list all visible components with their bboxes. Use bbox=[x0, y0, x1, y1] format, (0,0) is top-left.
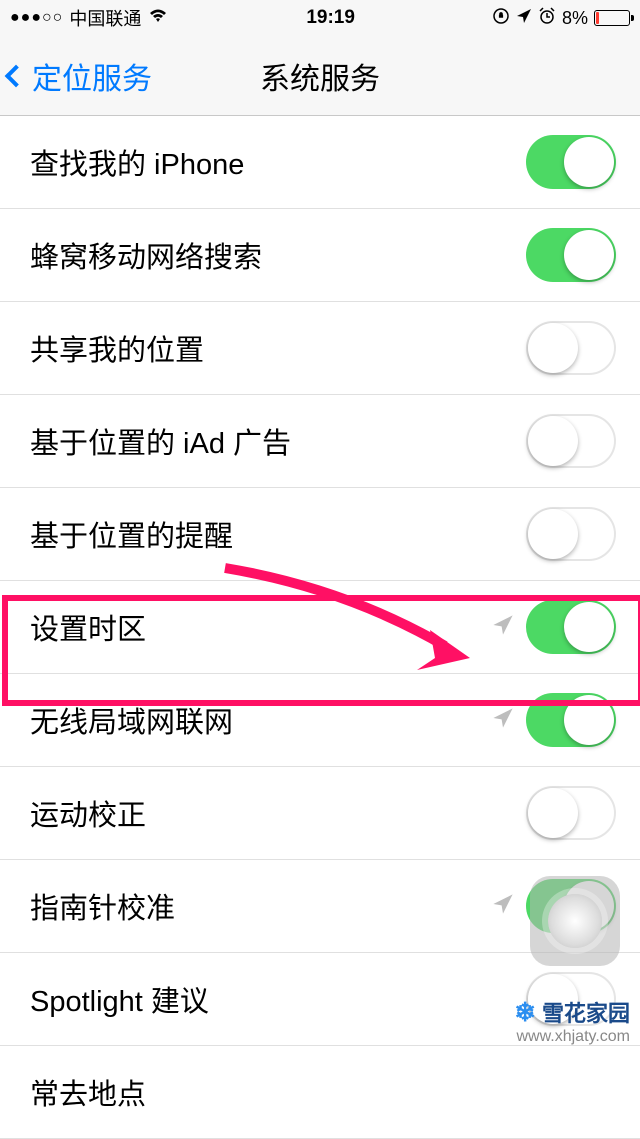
toggle-switch[interactable] bbox=[526, 693, 616, 747]
nav-title: 系统服务 bbox=[260, 54, 380, 98]
toggle-switch[interactable] bbox=[526, 321, 616, 375]
settings-row: 基于位置的 iAd 广告 bbox=[0, 395, 640, 488]
status-left: ●●●○○ 中国联通 bbox=[10, 5, 169, 31]
assistive-touch-icon bbox=[548, 894, 602, 948]
toggle-knob bbox=[564, 137, 614, 187]
toggle-switch[interactable] bbox=[526, 507, 616, 561]
toggle-switch[interactable] bbox=[526, 135, 616, 189]
chevron-left-icon bbox=[5, 64, 28, 87]
toggle-knob bbox=[564, 602, 614, 652]
location-arrow-icon bbox=[492, 893, 514, 920]
toggle-switch[interactable] bbox=[526, 786, 616, 840]
snowflake-icon: ❄ bbox=[514, 997, 536, 1028]
toggle-switch[interactable] bbox=[526, 228, 616, 282]
toggle-switch[interactable] bbox=[526, 600, 616, 654]
row-right bbox=[492, 693, 616, 747]
row-label: 设置时区 bbox=[30, 606, 146, 648]
watermark: ❄ 雪花家园 www.xhjaty.com bbox=[514, 996, 630, 1046]
toggle-knob bbox=[528, 509, 578, 559]
row-label: Spotlight 建议 bbox=[30, 978, 209, 1020]
toggle-knob bbox=[528, 323, 578, 373]
location-arrow-icon bbox=[492, 614, 514, 641]
row-label: 蜂窝移动网络搜索 bbox=[30, 234, 262, 276]
toggle-knob bbox=[564, 230, 614, 280]
location-arrow-icon bbox=[516, 8, 532, 29]
row-label: 查找我的 iPhone bbox=[30, 141, 244, 183]
signal-dots-icon: ●●●○○ bbox=[10, 9, 63, 27]
lock-rotation-icon bbox=[492, 7, 510, 30]
settings-row: 无线局域网联网 bbox=[0, 674, 640, 767]
assistive-touch-button[interactable] bbox=[530, 876, 620, 966]
settings-row: 设置时区 bbox=[0, 581, 640, 674]
row-right bbox=[526, 414, 616, 468]
row-right bbox=[526, 507, 616, 561]
settings-list: 查找我的 iPhone 蜂窝移动网络搜索共享我的位置基于位置的 iAd 广告基于位… bbox=[0, 116, 640, 1139]
status-time: 19:19 bbox=[306, 7, 355, 29]
row-label: 基于位置的 iAd 广告 bbox=[30, 420, 291, 462]
row-label: 常去地点 bbox=[30, 1071, 146, 1113]
row-label: 基于位置的提醒 bbox=[30, 513, 233, 555]
row-label: 指南针校准 bbox=[30, 885, 175, 927]
status-bar: ●●●○○ 中国联通 19:19 8% bbox=[0, 0, 640, 36]
row-label: 共享我的位置 bbox=[30, 327, 204, 369]
watermark-url: www.xhjaty.com bbox=[514, 1028, 630, 1046]
battery-icon bbox=[594, 10, 630, 26]
status-right: 8% bbox=[492, 7, 630, 30]
settings-row: 运动校正 bbox=[0, 767, 640, 860]
carrier-label: 中国联通 bbox=[69, 5, 141, 31]
wifi-icon bbox=[147, 8, 169, 29]
settings-row: 常去地点 bbox=[0, 1046, 640, 1139]
back-label: 定位服务 bbox=[32, 54, 152, 98]
row-label: 无线局域网联网 bbox=[30, 699, 233, 741]
watermark-name: 雪花家园 bbox=[542, 996, 630, 1028]
toggle-knob bbox=[528, 788, 578, 838]
toggle-switch[interactable] bbox=[526, 414, 616, 468]
location-arrow-icon bbox=[492, 707, 514, 734]
settings-row: 基于位置的提醒 bbox=[0, 488, 640, 581]
back-button[interactable]: 定位服务 bbox=[0, 54, 152, 98]
alarm-icon bbox=[538, 7, 556, 30]
battery-percent: 8% bbox=[562, 8, 588, 29]
row-right bbox=[526, 321, 616, 375]
toggle-knob bbox=[528, 416, 578, 466]
settings-row: 共享我的位置 bbox=[0, 302, 640, 395]
row-right bbox=[492, 600, 616, 654]
settings-row: 蜂窝移动网络搜索 bbox=[0, 209, 640, 302]
row-label: 运动校正 bbox=[30, 792, 146, 834]
toggle-knob bbox=[564, 695, 614, 745]
row-right bbox=[526, 135, 616, 189]
row-right bbox=[526, 228, 616, 282]
row-right bbox=[526, 786, 616, 840]
settings-row: 查找我的 iPhone bbox=[0, 116, 640, 209]
nav-bar: 定位服务 系统服务 bbox=[0, 36, 640, 116]
